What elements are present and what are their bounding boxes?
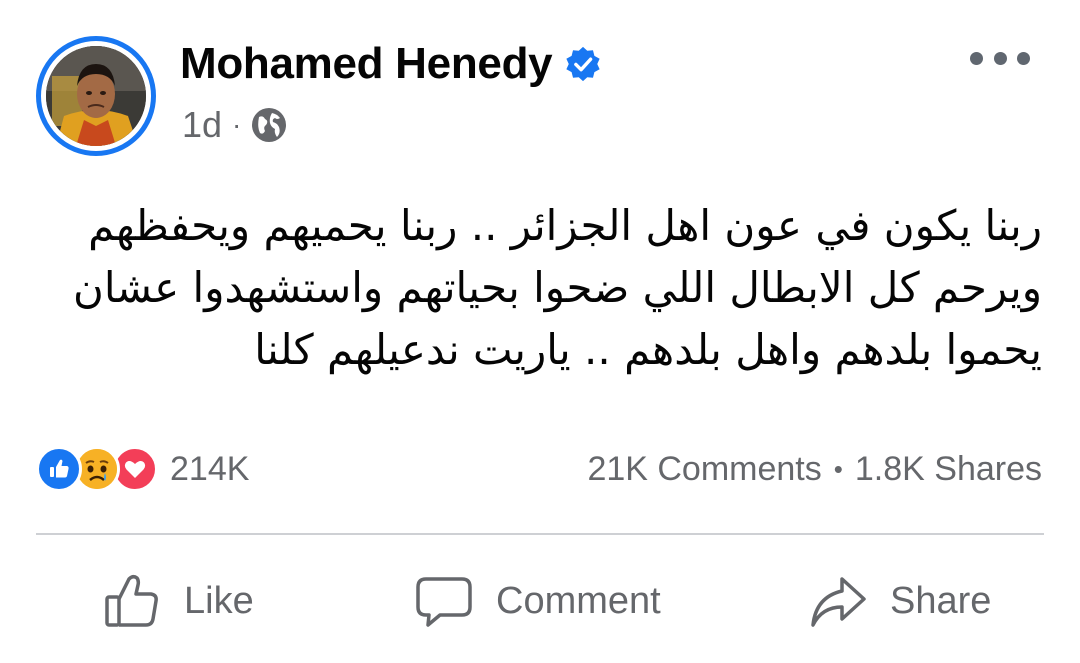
story-ring[interactable]	[36, 36, 156, 156]
author-row: Mohamed Henedy	[180, 36, 602, 92]
globe-icon	[252, 108, 287, 142]
post-text-line: ويرحم كل الابطال اللي ضحوا بحياتهم واستش…	[73, 263, 1042, 312]
like-button[interactable]: Like	[102, 568, 254, 634]
post-timestamp[interactable]: 1d	[182, 104, 222, 146]
post-meta: 1d ·	[182, 100, 287, 150]
share-button[interactable]: Share	[808, 568, 991, 634]
reaction-count[interactable]: 214K	[170, 450, 249, 489]
reactions-summary[interactable]: 214K	[36, 444, 249, 494]
like-reaction-icon	[36, 446, 82, 492]
comment-label: Comment	[496, 579, 661, 622]
shares-count[interactable]: 1.8K Shares	[855, 450, 1042, 489]
share-label: Share	[890, 579, 992, 622]
comments-count[interactable]: 21K Comments	[587, 450, 821, 489]
divider	[36, 533, 1044, 535]
post-text-line: ربنا يكون في عون اهل الجزائر .. ربنا يحم…	[88, 201, 1042, 250]
share-arrow-icon	[811, 577, 866, 627]
avatar[interactable]	[46, 46, 146, 146]
meta-separator: ·	[232, 109, 242, 140]
post-stats: 21K Comments • 1.8K Shares	[587, 444, 1042, 494]
comment-bubble-icon	[416, 577, 472, 627]
comment-button[interactable]: Comment	[414, 568, 661, 634]
more-options-icon-dot	[970, 51, 983, 65]
more-options-icon-dot	[993, 51, 1007, 65]
profile-photo-icon	[46, 46, 146, 146]
more-options-button[interactable]	[970, 38, 1030, 78]
thumbs-up-icon	[105, 574, 158, 627]
verified-badge-icon	[566, 46, 600, 82]
post-text: ربنا يكون في عون اهل الجزائر .. ربنا يحم…	[52, 195, 1042, 381]
more-options-icon-dot	[1017, 51, 1030, 65]
facebook-post: Mohamed Henedy 1d · ربنا يكون في عون اهل…	[0, 0, 1080, 663]
like-label: Like	[184, 579, 254, 622]
author-name[interactable]: Mohamed Henedy	[180, 39, 553, 89]
stats-separator: •	[833, 453, 843, 484]
post-text-line: يحموا بلدهم واهل بلدهم .. ياريت ندعيلهم …	[254, 325, 1042, 374]
